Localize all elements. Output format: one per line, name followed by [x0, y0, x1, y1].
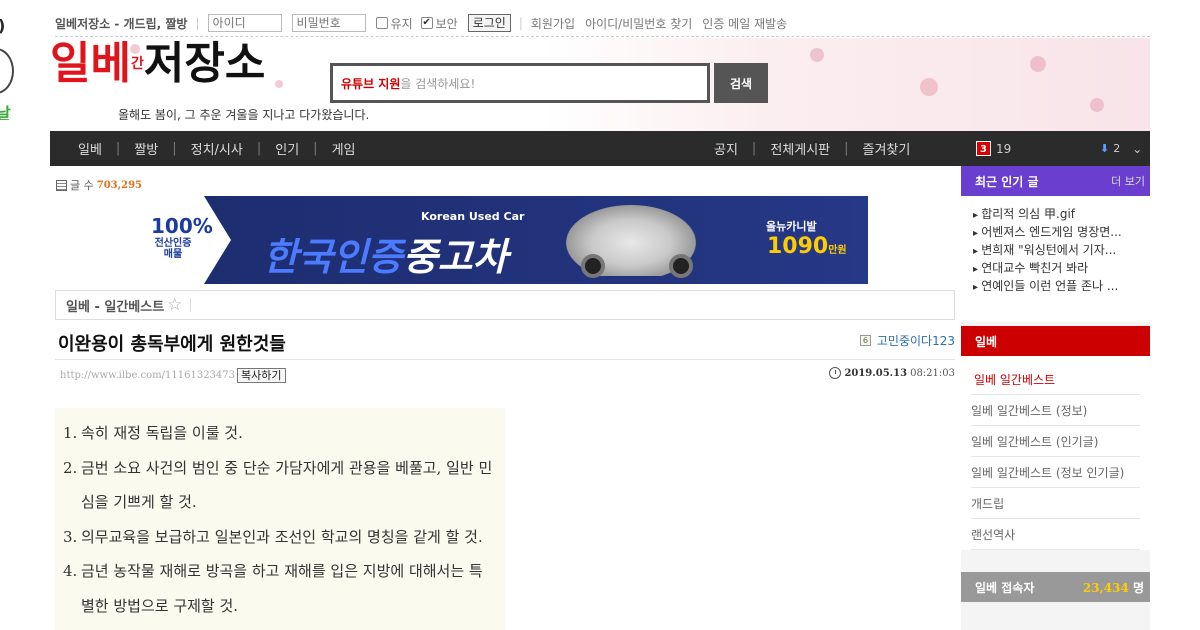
notification-badge: 3: [976, 141, 991, 156]
sidebar-item-gaedrip[interactable]: 개드립: [971, 488, 1140, 519]
sidebar-item-ilbe-best-info[interactable]: 일베 일간베스트 (정보): [971, 395, 1140, 426]
popular-item[interactable]: 연예인들 이런 언플 존나 ...: [973, 278, 1142, 296]
resend-email-link[interactable]: 인증 메일 재발송: [702, 15, 787, 32]
signup-link[interactable]: 회원가입: [531, 15, 575, 32]
nav-item-ilbe[interactable]: 일베: [64, 139, 116, 158]
sidebar-item-ilbe-best[interactable]: 일베 일간베스트: [971, 364, 1140, 395]
nav-item-politics[interactable]: 정치/시사: [177, 139, 257, 158]
main-nav: 일베 | 짤방 | 정치/시사 | 인기 | 게임 공지 | 전체게시판 | 즐겨찾기 31…: [50, 131, 1150, 166]
notification-counter[interactable]: 3 19: [976, 131, 1011, 166]
blossom-decoration: [1090, 98, 1104, 112]
level-icon: 6: [859, 335, 871, 346]
search-button[interactable]: 검색: [714, 63, 768, 103]
find-account-link[interactable]: 아이디/비밀번호 찾기: [585, 15, 692, 32]
text-line: 4. 금년 농작물 재해로 방곡을 하고 재해를 입은 지방에 대해서는 특: [63, 562, 483, 580]
category-list: 일베 일간베스트 일베 일간베스트 (정보) 일베 일간베스트 (인기글) 일베…: [961, 356, 1150, 550]
down-arrow-icon: ⬇: [1100, 142, 1110, 155]
post-url: http://www.ilbe.com/11161323473 복사하기: [60, 368, 286, 383]
left-side-ad[interactable]: ) 날: [0, 10, 28, 120]
left-ad-text-bottom: 날: [0, 104, 11, 120]
nav-item-jjalbang[interactable]: 짤방: [120, 139, 172, 158]
post-date: 2019.05.13 08:21:03: [829, 367, 955, 379]
clock-icon: [829, 367, 842, 379]
category-header[interactable]: 일베: [961, 326, 1150, 356]
text-line: 2. 금번 소요 사건의 범인 중 단순 가담자에게 관용을 베풀고, 일반 민: [63, 458, 493, 477]
header-banner: 일베간저장소 올해도 봄이, 그 추운 겨울을 지나고 다가왔습니다. 유튜브 …: [50, 38, 1150, 131]
nav-item-popular[interactable]: 인기: [261, 139, 313, 158]
nav-item-favorites[interactable]: 즐겨찾기: [849, 139, 925, 158]
text-line: 1. 속히 재정 독립을 이룰 것.: [63, 424, 243, 442]
slogan: 올해도 봄이, 그 추운 겨울을 지나고 다가왔습니다.: [118, 108, 370, 122]
board-name[interactable]: 일베 - 일간베스트: [66, 296, 164, 315]
nav-item-game[interactable]: 게임: [318, 139, 370, 158]
sidebar-item-lanhistory[interactable]: 랜선역사: [971, 519, 1140, 550]
nav-right: 공지 | 전체게시판 | 즐겨찾기: [700, 131, 924, 166]
chevron-down-icon: ⌄: [1132, 141, 1143, 156]
star-icon[interactable]: ☆: [167, 295, 182, 315]
popular-item[interactable]: 변희재 "워싱턴에서 기자...: [973, 242, 1142, 260]
popular-item[interactable]: 어벤져스 엔드게임 명장면...: [973, 224, 1142, 242]
id-input[interactable]: [207, 14, 282, 32]
secure-login-checkbox[interactable]: ✔ 보안: [420, 15, 458, 32]
checkbox-icon: [375, 17, 388, 29]
left-ad-logo-icon: [0, 48, 14, 94]
keep-login-checkbox[interactable]: 유지: [375, 15, 413, 32]
top-login-bar: 일베저장소 - 개드립, 짤방 | 유지 ✔보안 로그인 | 회원가입 아이디/…: [55, 10, 1150, 37]
post-count: 글 수 703,295: [56, 177, 142, 193]
site-name: 일베저장소 - 개드립, 짤방: [55, 16, 188, 31]
ad-banner[interactable]: 100% 전산인증 매물 Korean Used Car 한국인증중고차 올뉴카…: [141, 196, 868, 284]
text-line: 별한 방법으로 구제할 것.: [81, 596, 239, 615]
blossom-decoration: [275, 80, 283, 88]
popular-item[interactable]: 연대교수 빡친거 봐라: [973, 260, 1142, 278]
board-header: 일베 - 일간베스트 ☆: [55, 290, 955, 320]
popular-item[interactable]: 합리적 의심 甲.gif: [973, 206, 1142, 224]
download-counter[interactable]: ⬇ 2 ⌄: [1100, 131, 1142, 166]
post-author[interactable]: 6 고민중이다123: [859, 332, 955, 349]
password-input[interactable]: [291, 14, 366, 32]
left-ad-text: ): [0, 16, 5, 35]
blossom-decoration: [810, 48, 824, 62]
checkmark-icon: ✔: [420, 17, 433, 29]
text-line: 3. 의무교육을 보급하고 일본인과 조선인 학교의 명칭을 같게 할 것.: [63, 527, 483, 546]
login-button[interactable]: 로그인: [467, 14, 511, 32]
visitor-count: 일베 접속자 23,434 명: [961, 572, 1150, 602]
post-title: 이완용이 총독부에게 원한것들: [58, 334, 286, 355]
popular-header: 최근 인기 글 더 보기: [961, 166, 1150, 196]
more-link[interactable]: 더 보기: [1111, 173, 1145, 189]
copy-url-button[interactable]: 복사하기: [237, 368, 286, 383]
nav-item-notice[interactable]: 공지: [700, 139, 752, 158]
blossom-decoration: [1030, 56, 1046, 72]
document-icon: [56, 179, 67, 191]
site-logo[interactable]: 일베간저장소: [50, 42, 265, 86]
nav-item-all-boards[interactable]: 전체게시판: [756, 139, 844, 158]
sidebar-item-ilbe-best-popular[interactable]: 일베 일간베스트 (인기글): [971, 426, 1140, 457]
blossom-decoration: [920, 78, 938, 96]
popular-list: 합리적 의심 甲.gif 어벤져스 엔드게임 명장면... 변희재 "워싱턴에서…: [961, 196, 1150, 322]
sidebar-item-ilbe-best-info-popular[interactable]: 일베 일간베스트 (정보 인기글): [971, 457, 1140, 488]
text-line: 심을 기쁘게 할 것.: [81, 493, 197, 511]
sidebar: 최근 인기 글 더 보기 합리적 의심 甲.gif 어벤져스 엔드게임 명장면.…: [961, 166, 1150, 630]
post-image: 1. 속히 재정 독립을 이룰 것. 2. 금번 소요 사건의 범인 중 단순 가담…: [55, 408, 505, 630]
search-input[interactable]: 유튜브 지원 을 검색하세요!: [330, 63, 710, 103]
